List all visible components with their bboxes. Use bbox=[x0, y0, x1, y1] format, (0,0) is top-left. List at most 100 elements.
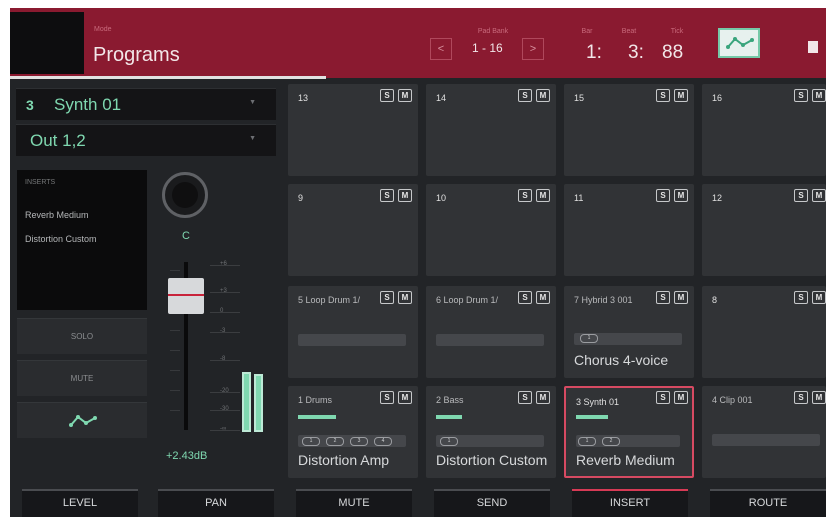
tab-send[interactable]: SEND bbox=[434, 489, 550, 517]
pad-3-selected[interactable]: 3 Synth 01 S M 1 2 Reverb Medium bbox=[564, 386, 694, 478]
chevron-down-icon: ▼ bbox=[249, 99, 256, 106]
pad-mute-button[interactable]: M bbox=[398, 291, 412, 304]
pad-solo-button[interactable]: S bbox=[380, 189, 394, 202]
beat-value[interactable]: 3: bbox=[628, 42, 644, 64]
pad-level-bar bbox=[298, 415, 336, 419]
pad-solo-button[interactable]: S bbox=[380, 89, 394, 102]
mode-title[interactable]: Programs bbox=[93, 44, 180, 67]
pad-solo-button[interactable]: S bbox=[656, 189, 670, 202]
pad-label: 16 bbox=[712, 93, 723, 103]
pad-label: 12 bbox=[712, 193, 723, 203]
insert-slot[interactable]: 4 bbox=[374, 437, 392, 446]
insert-slot-empty[interactable] bbox=[298, 334, 406, 346]
solo-button[interactable]: SOLO bbox=[17, 318, 147, 354]
pad-solo-button[interactable]: S bbox=[656, 291, 670, 304]
pad-7[interactable]: 7 Hybrid 3 001 S M 1 Chorus 4-voice bbox=[564, 286, 694, 378]
pad-12[interactable]: 12 S M bbox=[702, 184, 826, 276]
insert-slot[interactable]: 1 bbox=[578, 437, 596, 446]
output-value: Out 1,2 bbox=[30, 131, 86, 150]
pad-mute-button[interactable]: M bbox=[536, 89, 550, 102]
pad-5[interactable]: 5 Loop Drum 1/ S M bbox=[288, 286, 418, 378]
tab-mute[interactable]: MUTE bbox=[296, 489, 412, 517]
bar-value[interactable]: 1: bbox=[586, 42, 602, 64]
pad-1[interactable]: 1 Drums S M 1 2 3 4 Distortion Amp bbox=[288, 386, 418, 478]
insert-slot[interactable]: 2 bbox=[326, 437, 344, 446]
pad-mute-button[interactable]: M bbox=[674, 291, 688, 304]
pad-10[interactable]: 10 S M bbox=[426, 184, 556, 276]
program-number: 3 bbox=[26, 97, 34, 113]
pad-mute-button[interactable]: M bbox=[398, 89, 412, 102]
pad-solo-button[interactable]: S bbox=[794, 291, 808, 304]
pad-14[interactable]: 14 S M bbox=[426, 84, 556, 176]
mute-button[interactable]: MUTE bbox=[17, 360, 147, 396]
pad-solo-button[interactable]: S bbox=[656, 89, 670, 102]
insert-slot[interactable]: 1 bbox=[302, 437, 320, 446]
insert-item[interactable]: Distortion Custom bbox=[25, 234, 97, 244]
menu-icon[interactable] bbox=[808, 41, 818, 53]
pad-solo-button[interactable]: S bbox=[794, 391, 808, 404]
program-selector[interactable]: 3 Synth 01 ▼ bbox=[16, 88, 276, 120]
pad-15[interactable]: 15 S M bbox=[564, 84, 694, 176]
pad-mute-button[interactable]: M bbox=[536, 291, 550, 304]
pad-solo-button[interactable]: S bbox=[794, 189, 808, 202]
pan-knob[interactable] bbox=[162, 172, 208, 218]
pad-mute-button[interactable]: M bbox=[398, 189, 412, 202]
insert-slot[interactable]: 1 bbox=[580, 334, 598, 343]
tab-level[interactable]: LEVEL bbox=[22, 489, 138, 517]
pad-mute-button[interactable]: M bbox=[674, 391, 688, 404]
pad-solo-button[interactable]: S bbox=[518, 189, 532, 202]
tab-insert[interactable]: INSERT bbox=[572, 489, 688, 517]
level-fader-handle[interactable] bbox=[168, 278, 204, 314]
automation-icon[interactable] bbox=[718, 28, 760, 58]
pad-4[interactable]: 4 Clip 001 S M bbox=[702, 386, 826, 478]
pad-solo-button[interactable]: S bbox=[518, 89, 532, 102]
fader-tick-label: -∞ bbox=[220, 426, 227, 432]
pad-mute-button[interactable]: M bbox=[812, 291, 826, 304]
pad-solo-button[interactable]: S bbox=[518, 391, 532, 404]
insert-slot-empty[interactable] bbox=[712, 434, 820, 446]
inserts-panel[interactable]: INSERTS Reverb Medium Distortion Custom bbox=[17, 170, 147, 310]
pad-solo-button[interactable]: S bbox=[380, 391, 394, 404]
pad-13[interactable]: 13 S M bbox=[288, 84, 418, 176]
pad-9[interactable]: 9 S M bbox=[288, 184, 418, 276]
pad-2[interactable]: 2 Bass S M 1 Distortion Custom bbox=[426, 386, 556, 478]
fader-tick-label: 0 bbox=[220, 308, 224, 314]
pad-mute-button[interactable]: M bbox=[812, 391, 826, 404]
pad-mute-button[interactable]: M bbox=[536, 189, 550, 202]
insert-item[interactable]: Reverb Medium bbox=[25, 210, 89, 220]
pad-mute-button[interactable]: M bbox=[536, 391, 550, 404]
output-selector[interactable]: Out 1,2 ▼ bbox=[16, 124, 276, 156]
fader-tick-label: +3 bbox=[220, 288, 227, 294]
tick-caption: Tick bbox=[670, 28, 684, 35]
pad-bank-next-button[interactable]: > bbox=[522, 38, 544, 60]
tab-pan[interactable]: PAN bbox=[158, 489, 274, 517]
pad-mute-button[interactable]: M bbox=[398, 391, 412, 404]
level-meter-right bbox=[254, 374, 263, 432]
tick-value[interactable]: 88 bbox=[662, 42, 683, 64]
pad-mute-button[interactable]: M bbox=[812, 89, 826, 102]
automation-button[interactable] bbox=[17, 402, 147, 438]
pad-solo-button[interactable]: S bbox=[518, 291, 532, 304]
pad-11[interactable]: 11 S M bbox=[564, 184, 694, 276]
pad-label: 10 bbox=[436, 193, 447, 203]
automation-icon bbox=[69, 415, 97, 427]
tab-route[interactable]: ROUTE bbox=[710, 489, 826, 517]
pad-6[interactable]: 6 Loop Drum 1/ S M bbox=[426, 286, 556, 378]
pad-solo-button[interactable]: S bbox=[656, 391, 670, 404]
pad-solo-button[interactable]: S bbox=[794, 89, 808, 102]
insert-slot[interactable]: 1 bbox=[440, 437, 458, 446]
pad-solo-button[interactable]: S bbox=[380, 291, 394, 304]
insert-slot-empty[interactable] bbox=[436, 334, 544, 346]
insert-slot[interactable]: 3 bbox=[350, 437, 368, 446]
pad-8[interactable]: 8 S M bbox=[702, 286, 826, 378]
pad-16[interactable]: 16 S M bbox=[702, 84, 826, 176]
header-bar: Mode Programs Pad Bank < 1 - 16 > Bar Be… bbox=[10, 8, 826, 79]
pad-mute-button[interactable]: M bbox=[674, 189, 688, 202]
pad-mute-button[interactable]: M bbox=[674, 89, 688, 102]
pad-bank-value[interactable]: 1 - 16 bbox=[472, 41, 503, 55]
pad-bank-prev-button[interactable]: < bbox=[430, 38, 452, 60]
mode-thumbnail[interactable] bbox=[10, 12, 84, 74]
pad-mute-button[interactable]: M bbox=[812, 189, 826, 202]
insert-slot[interactable]: 2 bbox=[602, 437, 620, 446]
mode-underline bbox=[10, 76, 326, 79]
